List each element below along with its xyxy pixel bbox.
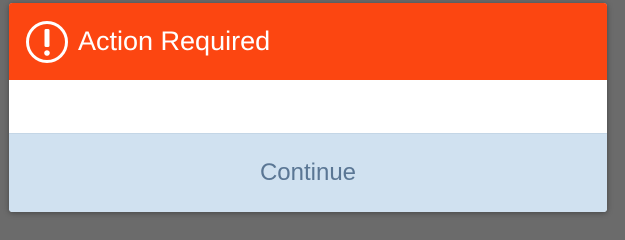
dialog-body [9, 80, 607, 133]
dialog-title: Action Required [78, 26, 271, 56]
action-required-dialog: Action Required Continue [9, 3, 607, 212]
exclamation-circle-icon [25, 20, 69, 64]
continue-button[interactable]: Continue [9, 133, 607, 212]
dialog-header: Action Required [9, 3, 607, 80]
